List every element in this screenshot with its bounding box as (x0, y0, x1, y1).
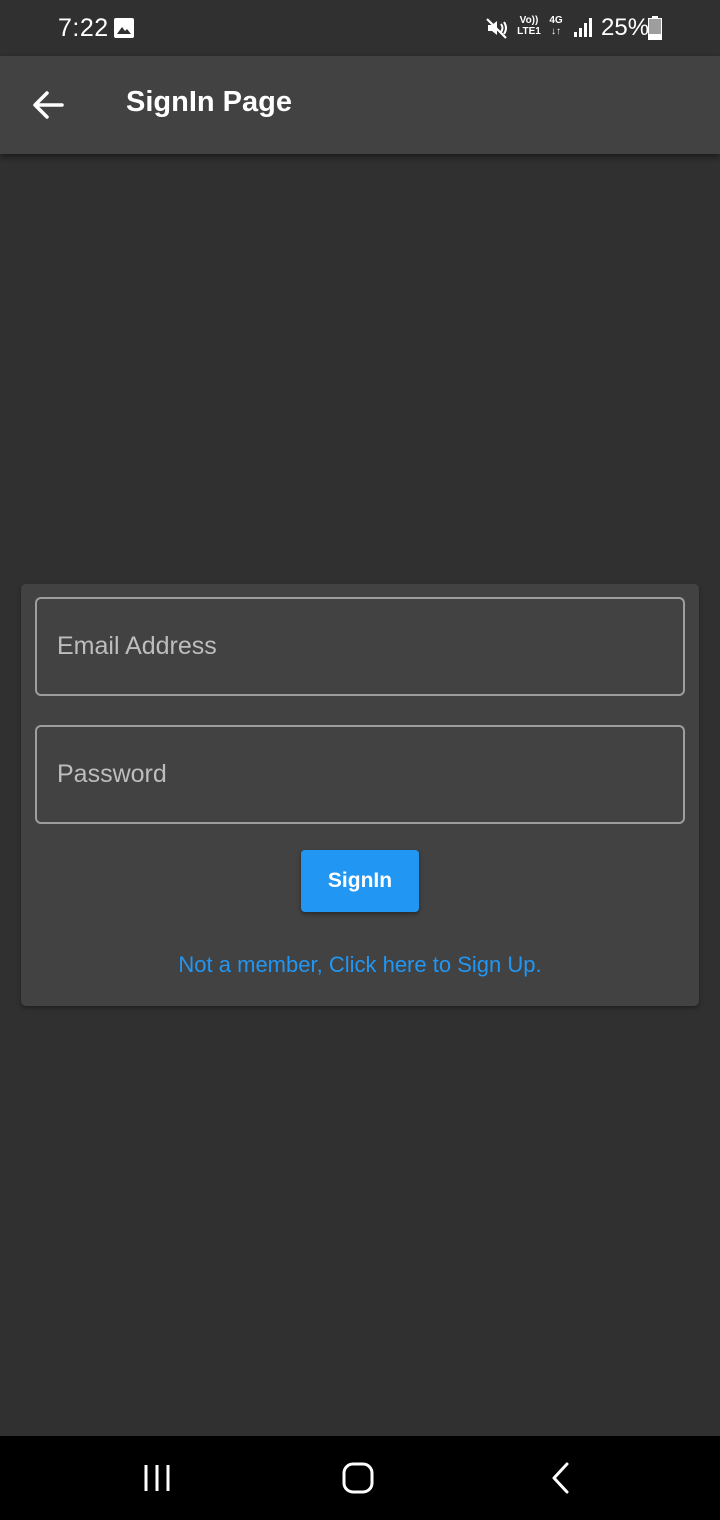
status-bar: 7:22 Vo)) LTE1 4G ↓↑ 25% (0, 0, 720, 56)
signal-icon (574, 18, 592, 37)
mute-icon (486, 18, 507, 39)
gallery-icon (114, 18, 134, 38)
battery-fill (649, 34, 661, 39)
back-icon[interactable] (540, 1458, 580, 1498)
signin-card: SignIn Not a member, Click here to Sign … (21, 584, 699, 1006)
password-field[interactable] (35, 725, 685, 824)
status-time: 7:22 (58, 14, 109, 42)
recents-icon[interactable] (138, 1458, 178, 1498)
page-title: SignIn Page (126, 86, 292, 118)
signup-link[interactable]: Not a member, Click here to Sign Up. (21, 952, 699, 978)
network-arrows-label: ↓↑ (551, 26, 561, 37)
email-field[interactable] (35, 597, 685, 696)
arrow-left-icon[interactable] (28, 85, 68, 125)
volte-indicator: Vo)) LTE1 (515, 15, 543, 37)
signin-screen: 7:22 Vo)) LTE1 4G ↓↑ 25% SignIn Page Ema… (0, 0, 720, 1520)
home-icon[interactable] (338, 1458, 378, 1498)
battery-percent: 25% (601, 14, 650, 41)
app-bar: SignIn Page (0, 56, 720, 154)
network-type-indicator: 4G ↓↑ (548, 15, 564, 37)
network-type-label: 4G (549, 15, 563, 26)
battery-icon (648, 16, 662, 40)
navigation-bar (0, 1436, 720, 1520)
signin-button[interactable]: SignIn (301, 850, 419, 912)
volte-bottom-label: LTE1 (517, 26, 541, 37)
volte-top-label: Vo)) (519, 15, 539, 26)
